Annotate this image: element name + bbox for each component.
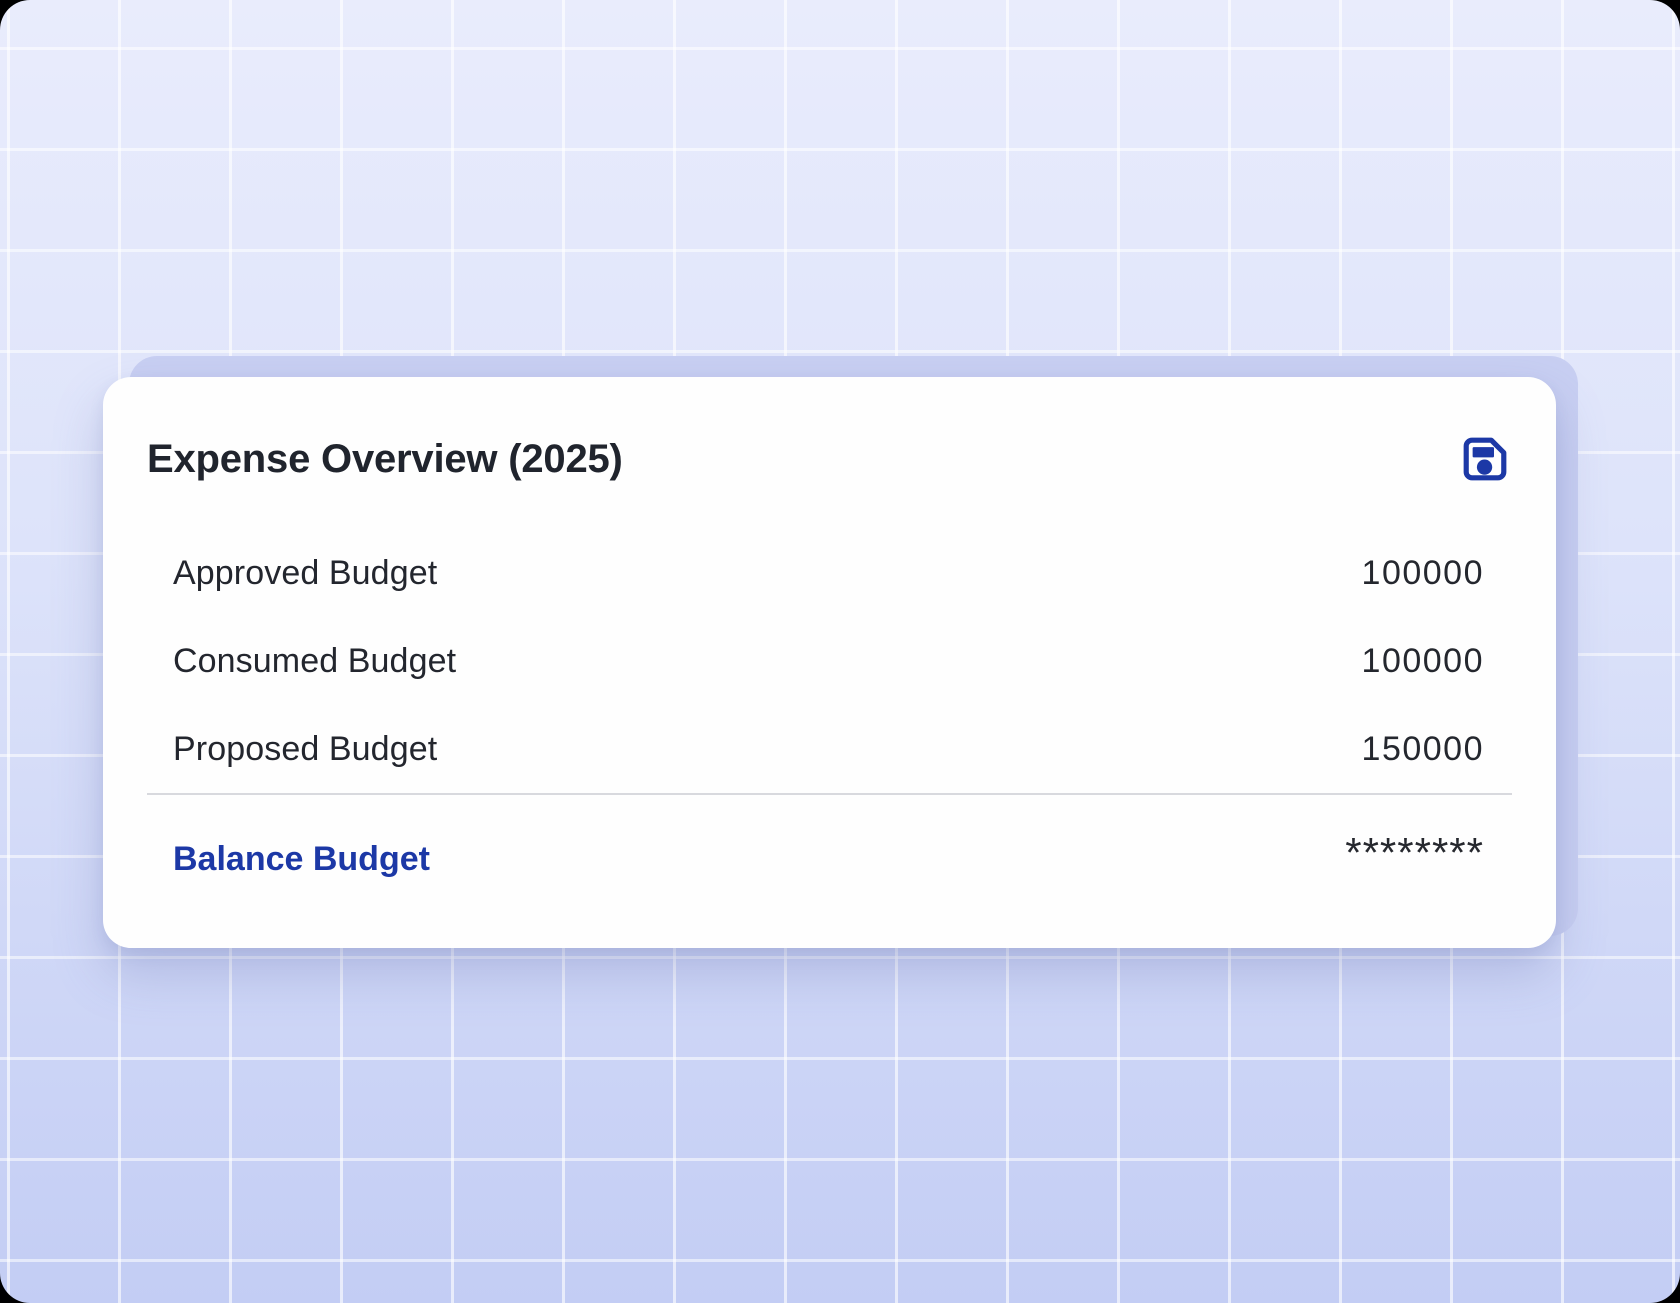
expense-overview-card: Expense Overview (2025) Approved Budget … (103, 377, 1556, 948)
masked-balance-value: ******** (1345, 829, 1484, 877)
row-label: Consumed Budget (173, 642, 456, 681)
screenshot-frame: Expense Overview (2025) Approved Budget … (0, 0, 1680, 1303)
card-header: Expense Overview (2025) (147, 431, 1512, 487)
desktop-background: Expense Overview (2025) Approved Budget … (0, 0, 1680, 1303)
row-label: Proposed Budget (173, 730, 437, 769)
row-value: 150000 (1362, 730, 1484, 769)
budget-row-approved: Approved Budget 100000 (173, 529, 1484, 617)
card-title: Expense Overview (2025) (147, 437, 623, 482)
budget-rows: Approved Budget 100000 Consumed Budget 1… (147, 529, 1512, 903)
budget-row-proposed: Proposed Budget 150000 (173, 705, 1484, 793)
row-value: 100000 (1362, 554, 1484, 593)
divider (147, 793, 1512, 795)
balance-row: Balance Budget ******** (173, 815, 1484, 903)
save-icon (1458, 432, 1512, 486)
budget-row-consumed: Consumed Budget 100000 (173, 617, 1484, 705)
save-button[interactable] (1458, 432, 1512, 486)
row-label: Approved Budget (173, 554, 437, 593)
row-value: 100000 (1362, 642, 1484, 681)
balance-budget-link[interactable]: Balance Budget (173, 840, 430, 879)
